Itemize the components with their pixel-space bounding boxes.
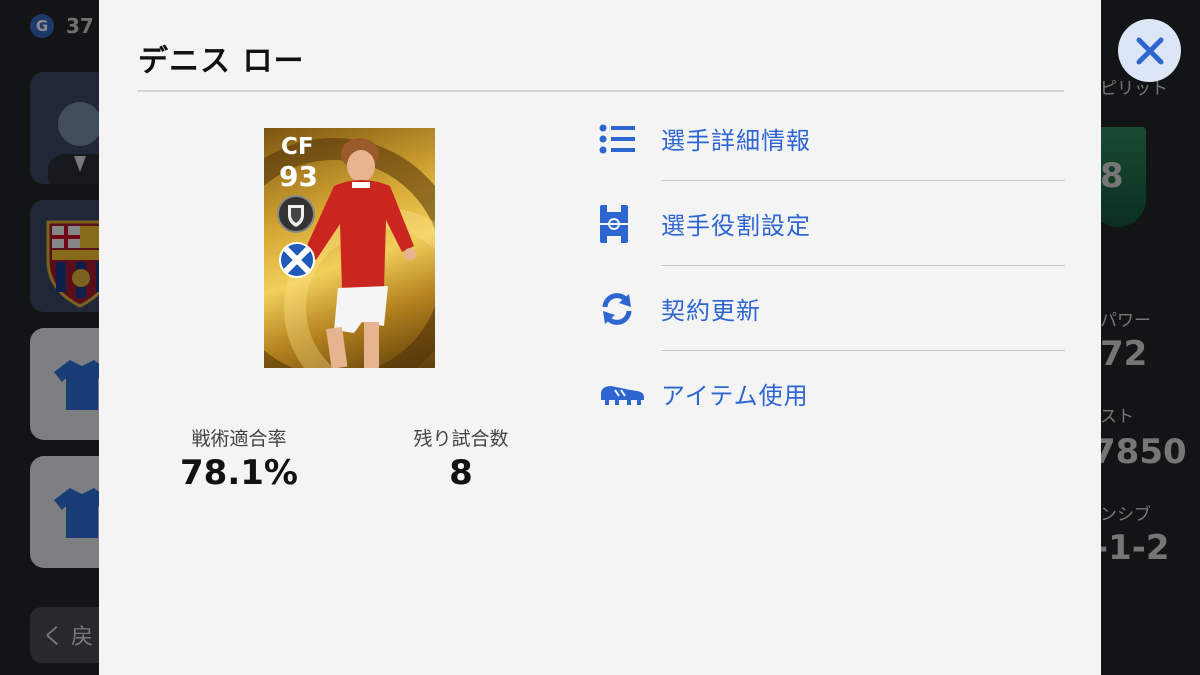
pitch-icon — [599, 204, 649, 244]
menu-item-player-role[interactable]: 選手役割設定 — [599, 181, 1065, 266]
player-name-title: デニス ロー — [138, 44, 305, 79]
legend-badge-icon — [277, 195, 315, 233]
stat-value: 78.1% — [180, 453, 298, 493]
player-card[interactable]: CF 93 — [264, 128, 435, 368]
menu-item-contract-renewal[interactable]: 契約更新 — [599, 266, 1065, 351]
list-icon — [599, 119, 649, 159]
title-divider — [137, 90, 1064, 92]
menu-item-label: アイテム使用 — [661, 382, 809, 410]
menu-item-label: 選手役割設定 — [661, 212, 811, 240]
close-icon — [1136, 37, 1163, 64]
close-button[interactable] — [1118, 19, 1181, 82]
menu-item-player-details[interactable]: 選手詳細情報 — [599, 96, 1065, 181]
boot-icon — [599, 374, 649, 414]
scotland-flag-icon — [279, 242, 315, 278]
refresh-icon — [599, 289, 649, 329]
player-action-dialog: デニス ロー CF 93 戦術適合率 78.1% 残り試合数 8 選手詳細情報 … — [99, 0, 1101, 675]
stat-value: 8 — [449, 453, 473, 493]
card-rating: 93 — [279, 160, 318, 193]
remaining-matches-stat: 残り試合数 8 — [391, 424, 531, 493]
menu-item-use-item[interactable]: アイテム使用 — [599, 351, 1065, 436]
stat-label: 戦術適合率 — [191, 428, 287, 450]
stat-label: 残り試合数 — [413, 428, 509, 450]
card-position: CF — [281, 134, 314, 160]
tactical-fit-stat: 戦術適合率 78.1% — [169, 424, 309, 493]
menu-item-label: 選手詳細情報 — [661, 127, 811, 155]
player-action-menu: 選手詳細情報 選手役割設定 契約更新 アイテム使用 — [599, 96, 1065, 436]
menu-item-label: 契約更新 — [661, 297, 761, 325]
